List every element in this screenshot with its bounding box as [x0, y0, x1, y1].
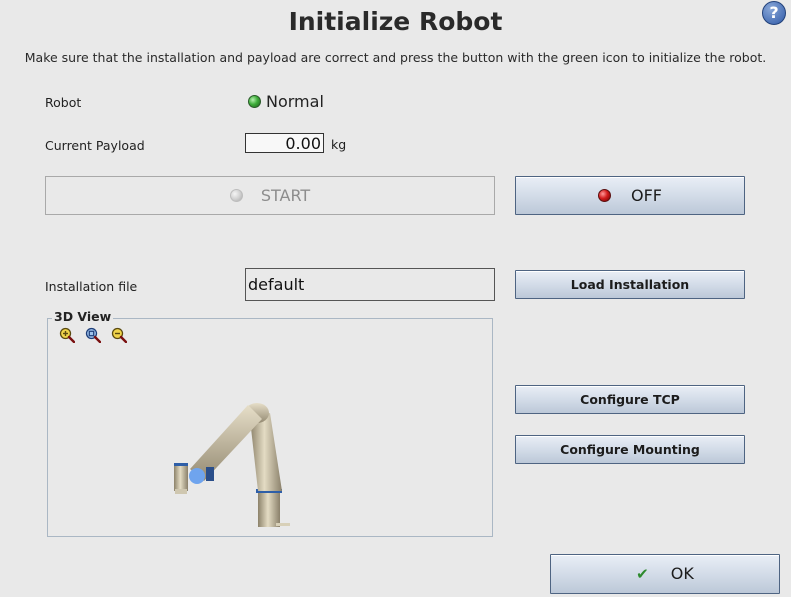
- instructions-text: Make sure that the installation and payl…: [24, 50, 767, 65]
- payload-input[interactable]: [245, 133, 324, 153]
- zoom-in-icon[interactable]: [59, 327, 75, 343]
- payload-label: Current Payload: [45, 138, 145, 153]
- start-led-icon: [229, 189, 243, 202]
- zoom-fit-icon[interactable]: [85, 327, 101, 343]
- robot-label: Robot: [45, 95, 82, 110]
- off-button-label: OFF: [631, 186, 662, 205]
- load-installation-button[interactable]: Load Installation: [515, 270, 745, 299]
- help-button[interactable]: ?: [762, 1, 786, 25]
- configure-mounting-button[interactable]: Configure Mounting: [515, 435, 745, 464]
- start-button[interactable]: START: [45, 176, 495, 215]
- 3d-view-panel[interactable]: [47, 318, 493, 537]
- off-button[interactable]: OFF: [515, 176, 745, 215]
- robot-status-text: Normal: [266, 92, 324, 111]
- robot-status: Normal: [248, 92, 324, 111]
- configure-tcp-button[interactable]: Configure TCP: [515, 385, 745, 414]
- off-led-icon: [598, 189, 611, 202]
- 3d-view-title: 3D View: [52, 309, 114, 324]
- ok-button-label: OK: [670, 564, 694, 583]
- robot-arm-model: [174, 403, 290, 527]
- ok-button[interactable]: ✔ OK: [550, 554, 780, 594]
- payload-unit: kg: [331, 137, 347, 152]
- help-icon: ?: [769, 3, 779, 22]
- installation-label: Installation file: [45, 279, 138, 294]
- start-button-label: START: [260, 186, 311, 205]
- status-led-icon: [248, 95, 261, 108]
- page-title: Initialize Robot: [288, 7, 503, 36]
- checkmark-icon: ✔: [636, 565, 649, 583]
- zoom-out-icon[interactable]: [111, 327, 127, 343]
- installation-file-field: default: [245, 268, 495, 301]
